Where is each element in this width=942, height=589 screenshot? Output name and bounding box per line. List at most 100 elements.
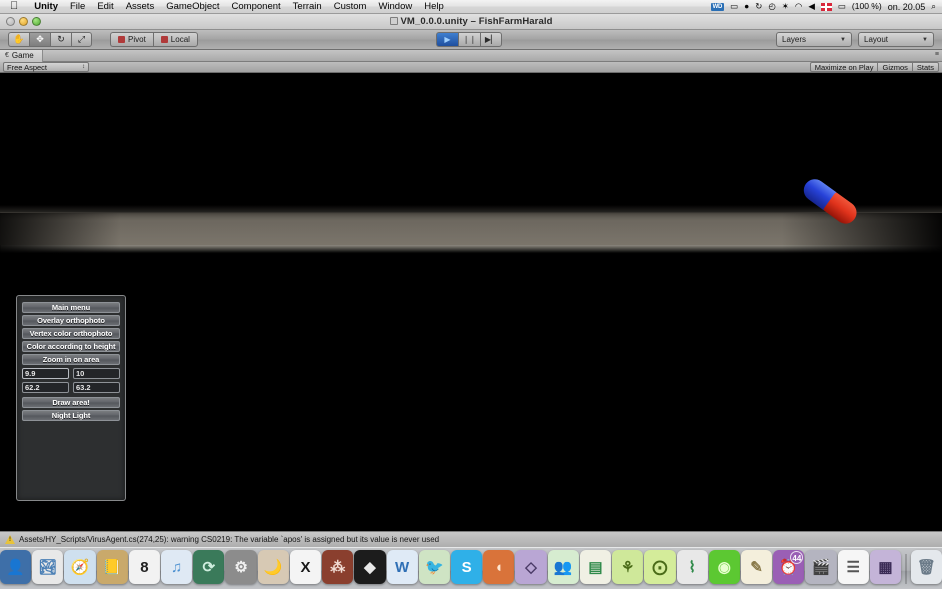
dock-item-bird-app[interactable]: 🐦: [418, 550, 450, 584]
dock-item-quicktime[interactable]: 🎬: [805, 550, 837, 584]
dock-item-itunes[interactable]: ♫: [161, 550, 193, 584]
bluetooth-icon[interactable]: ✶: [782, 2, 789, 11]
spotlight-search-icon[interactable]: ⌕: [931, 2, 936, 11]
dock-item-notes[interactable]: ✎: [740, 550, 773, 584]
xcode-icon: X: [300, 558, 311, 576]
molecule-app-icon: ⨀: [652, 559, 668, 576]
western-digital-icon[interactable]: WD: [710, 2, 725, 11]
local-label: Local: [170, 35, 190, 44]
dock-item-time-machine[interactable]: ⟳: [193, 550, 225, 584]
local-toggle-button[interactable]: Local: [152, 32, 198, 47]
dock-item-contacts[interactable]: 📒: [96, 550, 128, 584]
panel-options-icon[interactable]: ≡: [935, 51, 939, 58]
step-button[interactable]: ▶▏: [480, 32, 502, 47]
dock-item-iphoto[interactable]: 🏞: [32, 550, 64, 584]
dock-item-activity-monitor[interactable]: ⌇: [676, 550, 708, 584]
layers-dropdown[interactable]: Layers ▼: [776, 32, 852, 47]
sync-icon[interactable]: ↻: [755, 2, 762, 11]
pivot-toggle-button[interactable]: Pivot: [110, 32, 153, 47]
dock-item-trash[interactable]: 🗑: [910, 550, 942, 584]
dock-item-textedit[interactable]: ☰: [837, 550, 869, 584]
dock-item-dropbox[interactable]: ◇: [515, 550, 547, 584]
scale-tool-button[interactable]: ⤢: [71, 32, 92, 47]
night-light-button[interactable]: Night Light: [22, 410, 120, 421]
unity-editor-window:  Unity File Edit Assets GameObject Comp…: [0, 0, 942, 589]
dock-item-xcode[interactable]: X: [289, 550, 322, 584]
menu-edit[interactable]: Edit: [91, 1, 119, 12]
pivot-label: Pivot: [128, 35, 146, 44]
rotate-tool-button[interactable]: ↻: [50, 32, 71, 47]
longitude-max-input[interactable]: 10: [73, 368, 120, 379]
macos-menubar:  Unity File Edit Assets GameObject Comp…: [0, 0, 942, 14]
menu-terrain[interactable]: Terrain: [287, 1, 328, 12]
dock-item-messenger[interactable]: 👥: [547, 550, 579, 584]
dock-item-mendeley[interactable]: ⁂: [322, 550, 354, 584]
dock-item-safari[interactable]: 🧭: [64, 550, 96, 584]
draw-area-button[interactable]: Draw area!: [22, 397, 120, 408]
menubar-clock[interactable]: on. 20.05: [888, 2, 926, 12]
dock-item-chemistry-app[interactable]: ⚘: [612, 550, 644, 584]
menu-component[interactable]: Component: [226, 1, 287, 12]
dock-item-unity[interactable]: ◆: [354, 550, 386, 584]
step-icon: ▶▏: [484, 34, 498, 44]
dropbox-icon: ◇: [525, 559, 537, 576]
play-button[interactable]: ▶: [436, 32, 458, 47]
battery-icon[interactable]: ▭: [838, 2, 846, 11]
aspect-ratio-label: Free Aspect: [7, 62, 48, 72]
menu-assets[interactable]: Assets: [120, 1, 161, 12]
maximize-on-play-button[interactable]: Maximize on Play: [809, 62, 878, 72]
menu-help[interactable]: Help: [418, 1, 450, 12]
menu-custom[interactable]: Custom: [328, 1, 373, 12]
apple-menu-icon[interactable]: : [10, 1, 18, 12]
dock-item-alarm-clock[interactable]: ⏰ 44: [773, 550, 805, 584]
dropbox-icon[interactable]: ●: [744, 2, 749, 11]
latitude-max-input[interactable]: 63.2: [73, 382, 120, 393]
input-language-flag-icon[interactable]: [820, 2, 832, 11]
dock-item-spotify[interactable]: ◉: [708, 550, 740, 584]
overlay-orthophoto-button[interactable]: Overlay orthophoto: [22, 315, 120, 326]
dock-item-calendar[interactable]: 8: [128, 550, 160, 584]
wifi-icon[interactable]: ◠: [795, 2, 802, 11]
stats-button[interactable]: Stats: [911, 62, 939, 72]
longitude-min-input[interactable]: 9.9: [22, 368, 69, 379]
volume-icon[interactable]: ◀: [808, 2, 815, 11]
window-title-text: VM_0.0.0.unity – FishFarmHarald: [400, 16, 553, 27]
ingame-control-panel: Main menu Overlay orthophoto Vertex colo…: [16, 295, 126, 501]
menu-unity[interactable]: Unity: [28, 1, 64, 12]
gizmos-button[interactable]: Gizmos: [877, 62, 912, 72]
hand-tool-button[interactable]: ✋: [8, 32, 29, 47]
screen-recorder-icon[interactable]: ▭: [730, 2, 738, 11]
dock-item-microsoft-excel[interactable]: ▤: [579, 550, 612, 584]
dock-item-photoshop[interactable]: ◖: [483, 550, 515, 584]
vertex-color-orthophoto-button[interactable]: Vertex color orthophoto: [22, 328, 120, 339]
main-menu-button[interactable]: Main menu: [22, 302, 120, 313]
layout-dropdown[interactable]: Layout ▼: [858, 32, 934, 47]
pause-button[interactable]: ❘❘: [458, 32, 480, 47]
dock-item-photo-booth[interactable]: 🌙: [257, 550, 289, 584]
move-tool-button[interactable]: ✥: [29, 32, 50, 47]
editor-status-bar[interactable]: Assets/HY_Scripts/VirusAgent.cs(274,25):…: [0, 531, 942, 547]
itunes-icon: ♫: [170, 558, 183, 576]
zoom-in-on-area-button[interactable]: Zoom in on area: [22, 354, 120, 365]
menu-window[interactable]: Window: [372, 1, 418, 12]
microsoft-word-icon: W: [395, 558, 410, 576]
messenger-icon: 👥: [553, 559, 573, 576]
game-view-subbar: Free Aspect ↕ Maximize on Play Gizmos St…: [0, 62, 942, 73]
dock-item-mail-window[interactable]: ▦: [869, 550, 902, 584]
finder-icon: 👤: [6, 559, 25, 576]
notes-icon: ✎: [750, 559, 763, 576]
time-machine-icon[interactable]: ◴: [768, 2, 775, 11]
color-according-to-height-button[interactable]: Color according to height: [22, 341, 120, 352]
dock-item-finder[interactable]: 👤: [0, 550, 32, 584]
menu-gameobject[interactable]: GameObject: [160, 1, 225, 12]
menu-file[interactable]: File: [64, 1, 91, 12]
dock-item-microsoft-word[interactable]: W: [386, 550, 418, 584]
aspect-ratio-dropdown[interactable]: Free Aspect ↕: [3, 62, 89, 72]
tab-game[interactable]: € Game: [0, 49, 43, 62]
local-axis-icon: [160, 36, 168, 43]
dock-item-system-preferences[interactable]: ⚙: [225, 550, 257, 584]
game-viewport[interactable]: Main menu Overlay orthophoto Vertex colo…: [0, 73, 942, 531]
dock-item-molecule-app[interactable]: ⨀: [644, 550, 676, 584]
dock-item-skype[interactable]: S: [450, 550, 483, 584]
latitude-min-input[interactable]: 62.2: [22, 382, 69, 393]
